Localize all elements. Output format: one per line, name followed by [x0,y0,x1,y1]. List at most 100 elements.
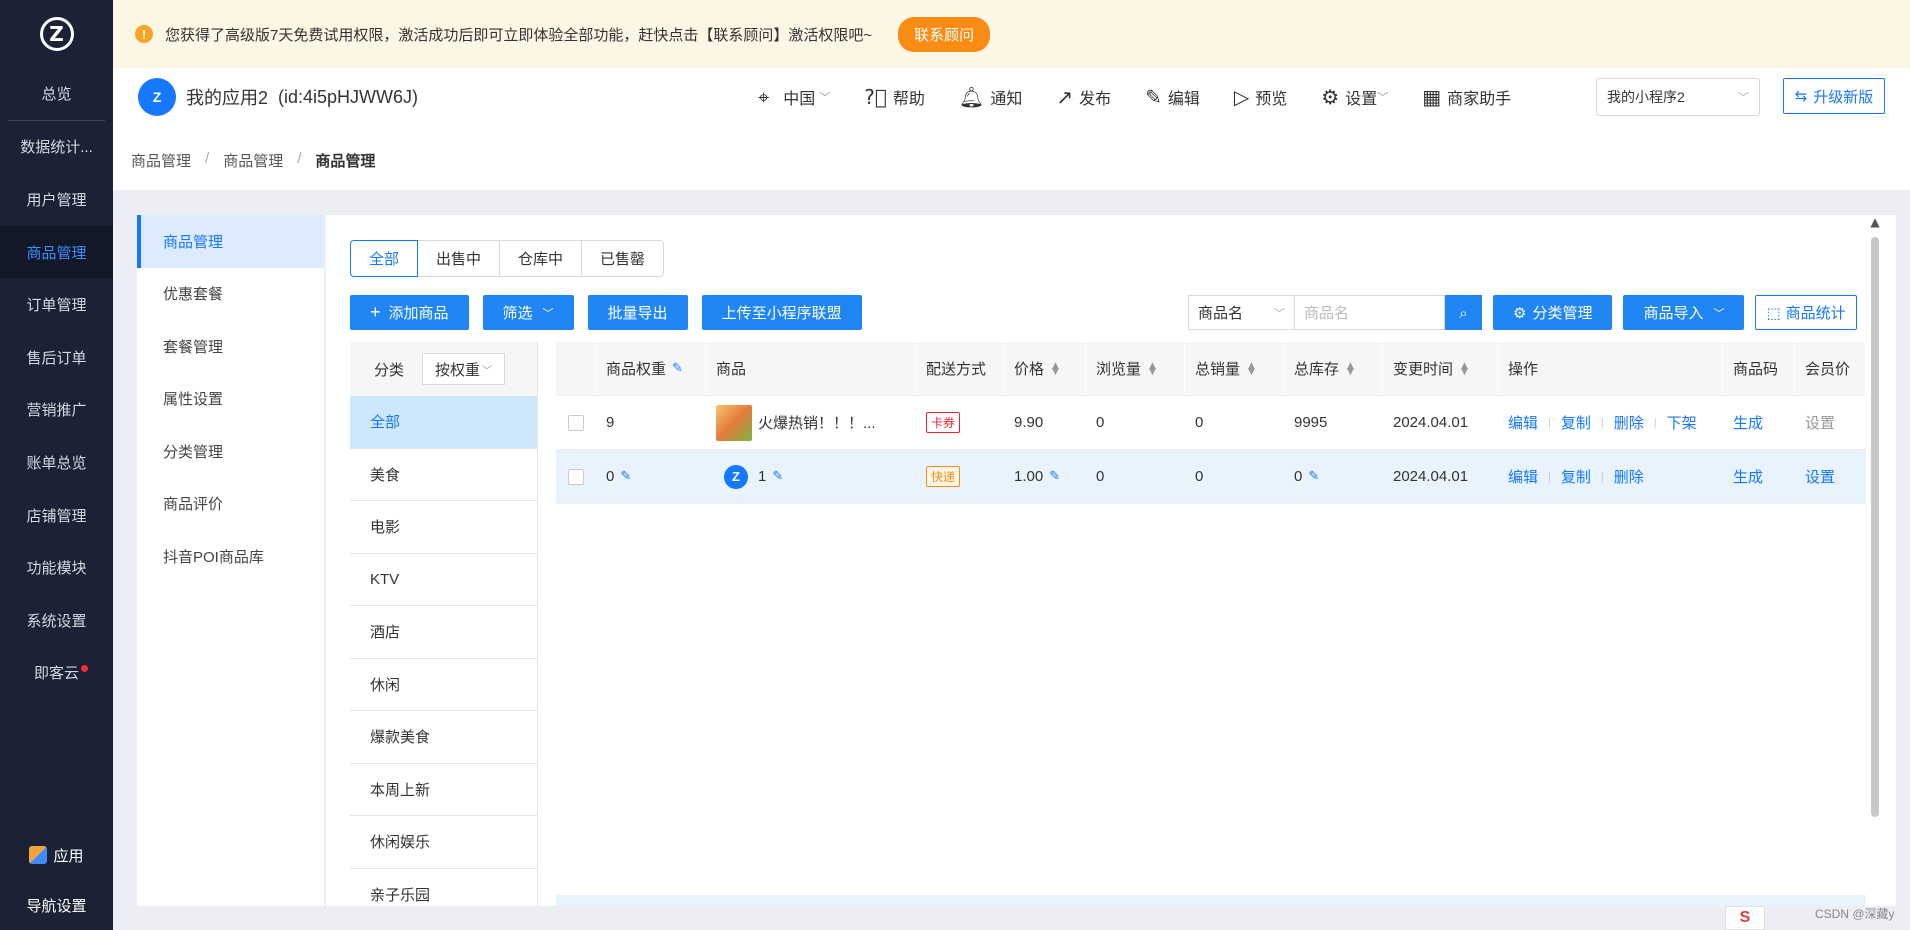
scroll-thumb[interactable] [1871,237,1879,817]
tab-on-sale[interactable]: 出售中 [417,240,501,277]
category-item[interactable]: 酒店 [350,606,537,659]
col-price[interactable]: 价格 ▲ ▼ [1004,342,1086,395]
col-time[interactable]: 变更时间 ▲ ▼ [1383,342,1498,395]
price-cell: 1.00 ✎ [1004,450,1086,503]
copy-link[interactable]: 复制 [1561,412,1591,433]
merchant-helper-button[interactable]: ▦ 商家助手 [1422,85,1511,109]
col-stock[interactable]: 总库存 ▲ ▼ [1284,342,1383,395]
col-code: 商品码 [1723,342,1795,395]
subnav-item-products[interactable]: 商品管理 [137,215,324,268]
unlist-link[interactable]: 下架 [1667,412,1697,433]
col-label: 商品 [716,361,747,378]
tab-warehouse[interactable]: 仓库中 [499,240,583,277]
category-item[interactable]: 爆款美食 [350,711,537,764]
delete-link[interactable]: 删除 [1614,466,1644,487]
product-name[interactable]: 1 [758,468,766,485]
category-item[interactable]: 本周上新 [350,764,537,816]
product-stats-button[interactable]: ⬚ 商品统计 [1755,295,1857,330]
generate-code-link[interactable]: 生成 [1733,412,1763,433]
tab-all[interactable]: 全部 [350,240,419,277]
category-item[interactable]: KTV [350,554,537,606]
nav-item-marketing[interactable]: 营销推广 [0,384,113,437]
subnav-item-bundles[interactable]: 优惠套餐 [137,268,324,321]
subnav-item-reviews[interactable]: 商品评价 [137,478,324,531]
pencil-icon[interactable]: ✎ [1308,469,1319,484]
breadcrumb-item[interactable]: 商品管理 [131,150,191,171]
row-checkbox[interactable] [568,414,584,431]
copy-link[interactable]: 复制 [1561,466,1591,487]
pencil-icon[interactable]: ✎ [772,469,783,484]
table-header-row: 商品权重 ✎ 商品 配送方式 价格 ▲ ▼ 浏览量 ▲ ▼ 总销量 ▲ ▼ 总库存 ▲ ▼ 变更时… [556,342,1866,396]
subnav-item-categories[interactable]: 分类管理 [137,425,324,478]
nav-item-modules[interactable]: 功能模块 [0,541,113,594]
help-label: 帮助 [892,91,925,108]
nav-item-data-stats[interactable]: 数据统计... [0,121,113,174]
search-button[interactable]: ⌕ [1445,295,1482,330]
scroll-up-icon[interactable]: ▲ [1867,215,1883,229]
subnav-item-douyin-poi[interactable]: 抖音POI商品库 [137,530,324,583]
region-selector[interactable]: ⌖ 中国 ﹀ [758,85,830,109]
nav-item-orders[interactable]: 订单管理 [0,278,113,331]
category-manage-button[interactable]: ⚙ 分类管理 [1493,295,1613,330]
category-item[interactable]: 电影 [350,501,537,554]
product-name[interactable]: 火爆热销！！！... [758,412,876,433]
help-button[interactable]: ?⃝ 帮助 [864,85,925,109]
category-sort-select[interactable]: 按权重 ﹀ [422,353,506,385]
category-item[interactable]: 美食 [350,449,537,501]
edit-link[interactable]: 编辑 [1508,466,1538,487]
contact-consultant-button[interactable]: 联系顾问 [898,16,991,52]
nav-item-nav-settings[interactable]: 导航设置 [0,880,113,930]
category-item[interactable]: 亲子乐园 [350,869,537,907]
upload-alliance-button[interactable]: 上传至小程序联盟 [701,295,862,330]
settings-button[interactable]: ⚙ 设置 ﹀ [1321,85,1388,109]
miniapp-select-value: 我的小程序2 [1607,89,1685,105]
nav-item-store[interactable]: 店铺管理 [0,489,113,542]
search-input[interactable]: 商品名 [1295,295,1445,330]
nav-item-system[interactable]: 系统设置 [0,594,113,647]
tab-sold-out[interactable]: 已售罄 [581,240,665,277]
publish-button[interactable]: ↗ 发布 [1056,85,1111,109]
category-item[interactable]: 全部 [350,396,537,449]
add-product-button[interactable]: + 添加商品 [350,295,469,330]
row-checkbox[interactable] [568,468,584,485]
edit-button[interactable]: ✎ 编辑 [1145,85,1200,109]
header: Z 我的应用2 (id:4i5pHJWW6J) ⌖ 中国 ﹀ ?⃝ 帮助 🔔︎ 通知 ↗… [113,68,1910,190]
filter-button[interactable]: 筛选 ﹀ [482,295,574,330]
nav-item-cloud[interactable]: 即客云 [0,647,113,700]
page-scrollbar[interactable]: ▲ [1867,215,1883,906]
pencil-icon[interactable]: ✎ [620,469,631,484]
batch-export-button[interactable]: 批量导出 [587,295,688,330]
preview-label: 预览 [1255,91,1288,108]
col-views[interactable]: 浏览量 ▲ ▼ [1086,342,1185,395]
category-item[interactable]: 休闲 [350,659,537,711]
preview-button[interactable]: ▷ 预览 [1234,85,1287,109]
edit-link[interactable]: 编辑 [1508,412,1538,433]
miniapp-select[interactable]: 我的小程序2 ﹀ [1596,78,1760,116]
search-type-select[interactable]: 商品名 ﹀ [1188,295,1295,330]
nav-item-users[interactable]: 用户管理 [0,173,113,226]
category-item[interactable]: 休闲娱乐 [350,816,537,869]
ops-cell: 编辑 | 复制 | 删除 | 下架 [1498,396,1723,449]
nav-item-bills[interactable]: 账单总览 [0,436,113,489]
bell-icon: 🔔︎ [958,85,985,109]
product-import-button[interactable]: 商品导入 ﹀ [1623,295,1745,330]
subnav-item-attributes[interactable]: 属性设置 [137,373,324,426]
brand-logo[interactable]: Z [0,0,113,68]
nav-item-aftersale[interactable]: 售后订单 [0,331,113,384]
generate-code-link[interactable]: 生成 [1733,466,1763,487]
upgrade-button[interactable]: ⇆ 升级新版 [1783,78,1885,114]
pencil-icon[interactable]: ✎ [1049,469,1060,484]
member-price-setting-link[interactable]: 设置 [1805,466,1835,487]
delete-link[interactable]: 删除 [1614,412,1644,433]
nav-item-overview[interactable]: 总览 [8,68,105,121]
nav-item-apps[interactable]: 应用 [0,830,113,880]
col-sales[interactable]: 总销量 ▲ ▼ [1185,342,1284,395]
subnav-item-packages[interactable]: 套餐管理 [137,320,324,373]
pencil-icon[interactable]: ✎ [672,361,683,376]
col-label: 浏览量 [1096,361,1142,378]
breadcrumb-item[interactable]: 商品管理 [223,150,283,171]
notify-button[interactable]: 🔔︎ 通知 [959,85,1022,109]
member-price-setting-link[interactable]: 设置 [1805,412,1835,433]
chevron-down-icon: ﹀ [1274,307,1285,320]
nav-item-products[interactable]: 商品管理 [0,225,113,279]
